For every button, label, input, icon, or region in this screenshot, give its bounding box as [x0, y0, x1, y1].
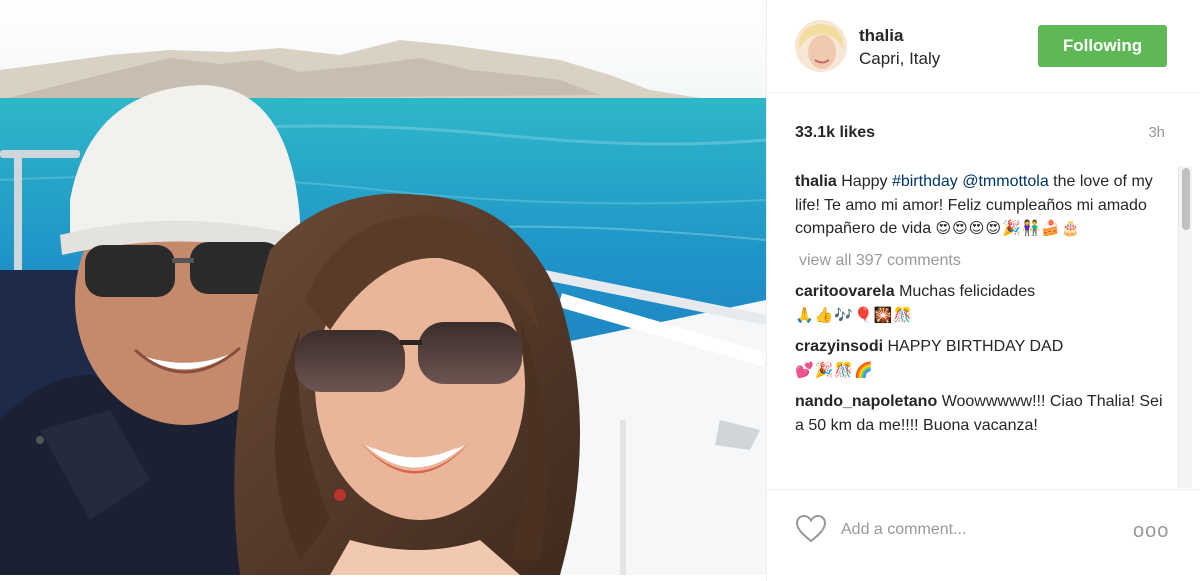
comment-item: caritoovarela Muchas felicidades 🙏👍🎶🎈🎇🎊: [795, 280, 1165, 327]
caption-author[interactable]: thalia: [795, 173, 837, 190]
username[interactable]: thalia: [859, 26, 903, 46]
comments-list: thalia Happy #birthday @tmmottola the lo…: [795, 170, 1165, 495]
following-button[interactable]: Following: [1038, 25, 1167, 67]
more-options-icon[interactable]: ooo: [1133, 520, 1169, 543]
comment-emojis: 🙏👍🎶🎈🎇🎊: [795, 305, 914, 324]
post-photo[interactable]: [0, 0, 766, 575]
scrollbar-thumb[interactable]: [1182, 168, 1190, 230]
comment-item: nando_napoletano Woowwwww!!! Ciao Thalia…: [795, 390, 1165, 437]
comment-author[interactable]: caritoovarela: [795, 283, 895, 300]
comment-item: crazyinsodi HAPPY BIRTHDAY DAD 💕🎉🎊🌈: [795, 335, 1165, 382]
comment-author[interactable]: nando_napoletano: [795, 393, 937, 410]
post-header: thalia Capri, Italy Following: [767, 0, 1200, 93]
post-timestamp: 3h: [1148, 124, 1165, 141]
post-footer: ooo: [767, 489, 1200, 581]
caption-emojis: 😍😍😍😍🎉👫🍰🎂: [935, 219, 1081, 237]
comment-text: Muchas felicidades: [899, 283, 1036, 300]
caption-mention[interactable]: @tmmottola: [962, 173, 1048, 190]
avatar-image: [795, 20, 847, 72]
avatar[interactable]: [795, 20, 847, 72]
heart-icon[interactable]: [795, 514, 827, 544]
caption-text: Happy: [841, 173, 892, 190]
caption: thalia Happy #birthday @tmmottola the lo…: [795, 170, 1165, 241]
selfie-image: [0, 0, 766, 575]
comment-emojis: 💕🎉🎊🌈: [795, 360, 874, 379]
caption-hashtag[interactable]: #birthday: [892, 173, 958, 190]
location-link[interactable]: Capri, Italy: [859, 49, 940, 69]
comments-scrollbar[interactable]: [1178, 166, 1192, 488]
post-sidebar: thalia Capri, Italy Following 33.1k like…: [766, 0, 1200, 581]
likes-count[interactable]: 33.1k likes: [795, 124, 875, 142]
comment-text: HAPPY BIRTHDAY DAD: [887, 338, 1064, 355]
add-comment-input[interactable]: [841, 516, 1111, 544]
view-all-comments-link[interactable]: view all 397 comments: [799, 249, 1165, 273]
post-stats: 33.1k likes 3h: [767, 94, 1200, 144]
comment-author[interactable]: crazyinsodi: [795, 338, 883, 355]
